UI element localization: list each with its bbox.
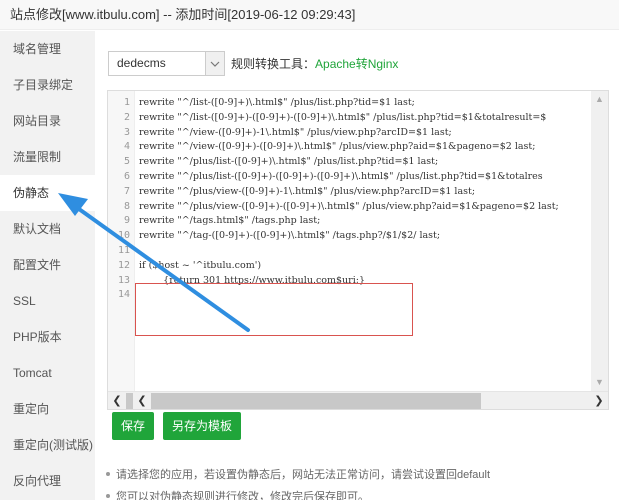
sidebar-item-reverse-proxy[interactable]: 反向代理 [0, 463, 95, 499]
tips-list: 请选择您的应用，若设置伪静态后，网站无法正常访问，请尝试设置回default 您… [106, 464, 490, 500]
code-line[interactable]: {return 301 https://www.itbulu.com$uri;} [139, 274, 589, 289]
line-number: 12 [117, 259, 130, 271]
window-title: 站点修改[www.itbulu.com] -- 添加时间[2019-06-12 … [0, 0, 619, 30]
tip-item: 请选择您的应用，若设置伪静态后，网站无法正常访问，请尝试设置回default [106, 464, 490, 486]
sidebar-item-ssl[interactable]: SSL [0, 283, 95, 319]
main-panel: dedecms 规则转换工具： Apache转Nginx 1 2 3 4 5 6 7 8 9 10… [95, 31, 619, 500]
code-line[interactable]: rewrite "^/plus/view-([0-9]+)-([0-9]+)\.… [139, 200, 589, 215]
sidebar-item-domain-management[interactable]: 域名管理 [0, 31, 95, 67]
sidebar-item-traffic-limit[interactable]: 流量限制 [0, 139, 95, 175]
sidebar-item-php-version[interactable]: PHP版本 [0, 319, 95, 355]
line-number: 13 [117, 274, 130, 286]
apache-to-nginx-link[interactable]: Apache转Nginx [315, 55, 398, 72]
line-number: 3 [123, 126, 130, 138]
sidebar-item-default-document[interactable]: 默认文档 [0, 211, 95, 247]
code-area[interactable]: rewrite "^/list-([0-9]+)\.html$" /plus/l… [139, 91, 589, 391]
action-buttons: 保存 另存为模板 [112, 412, 242, 440]
code-line[interactable] [139, 244, 589, 259]
save-as-template-button[interactable]: 另存为模板 [163, 412, 242, 440]
sidebar-item-rewrite[interactable]: 伪静态 [0, 175, 95, 211]
chevron-down-icon[interactable] [205, 52, 224, 75]
code-line[interactable]: rewrite "^/tags.html$" /tags.php last; [139, 214, 589, 229]
template-select-value: dedecms [117, 56, 166, 70]
line-number: 2 [123, 111, 130, 123]
toolbar: dedecms 规则转换工具： Apache转Nginx [108, 51, 398, 76]
horizontal-scrollbar[interactable]: ❮ ❮ ❯ [108, 391, 608, 409]
sidebar-item-config-file[interactable]: 配置文件 [0, 247, 95, 283]
vertical-scrollbar[interactable]: ▲ ▼ [591, 91, 608, 391]
template-select[interactable]: dedecms [108, 51, 225, 76]
code-line[interactable]: rewrite "^/view-([0-9]+)-1\.html$" /plus… [139, 126, 589, 141]
code-line[interactable]: rewrite "^/tag-([0-9]+)-([0-9]+)\.html$"… [139, 229, 589, 244]
code-line[interactable]: rewrite "^/list-([0-9]+)\.html$" /plus/l… [139, 96, 589, 111]
scroll-right-icon[interactable]: ❯ [592, 392, 606, 409]
scroll-down-icon[interactable]: ▼ [591, 374, 608, 391]
sidebar-item-tomcat[interactable]: Tomcat [0, 355, 95, 391]
converter-label: 规则转换工具： [231, 57, 316, 71]
scroll-up-icon[interactable]: ▲ [591, 91, 608, 108]
line-number: 11 [117, 244, 130, 256]
sidebar-item-redirect[interactable]: 重定向 [0, 391, 95, 427]
line-number: 14 [117, 289, 130, 301]
code-line[interactable]: rewrite "^/list-([0-9]+)-([0-9]+)-([0-9]… [139, 111, 589, 126]
line-number: 6 [123, 170, 130, 182]
line-number: 1 [123, 97, 130, 108]
line-number: 7 [123, 185, 130, 197]
horizontal-scroll-thumb[interactable] [151, 393, 481, 409]
gutter-scroll-thumb[interactable] [126, 393, 133, 409]
code-line[interactable]: rewrite "^/view-([0-9]+)-([0-9]+)\.html$… [139, 140, 589, 155]
sidebar-item-site-directory[interactable]: 网站目录 [0, 103, 95, 139]
code-line[interactable]: if ($host ~ '^itbulu.com') [139, 259, 589, 274]
line-number: 10 [117, 230, 130, 242]
line-number: 4 [123, 141, 130, 153]
line-number: 5 [123, 156, 130, 168]
sidebar-item-redirect-beta[interactable]: 重定向(测试版) [0, 427, 95, 463]
save-button[interactable]: 保存 [112, 412, 155, 440]
code-line[interactable] [139, 288, 589, 303]
sidebar-item-subdirectory-binding[interactable]: 子目录绑定 [0, 67, 95, 103]
tip-item: 您可以对伪静态规则进行修改，修改完后保存即可。 [106, 486, 490, 500]
line-number: 8 [123, 200, 130, 212]
rewrite-rules-editor[interactable]: 1 2 3 4 5 6 7 8 9 10 11 12 13 14 rewrite "^/list-([0-… [107, 90, 609, 410]
line-number-gutter: 1 2 3 4 5 6 7 8 9 10 11 12 13 14 [108, 91, 135, 391]
scroll-left-icon[interactable]: ❮ [135, 392, 149, 409]
line-number: 9 [123, 215, 130, 227]
sidebar: 域名管理 子目录绑定 网站目录 流量限制 伪静态 默认文档 配置文件 SSL P… [0, 31, 95, 500]
gutter-scroll-left-icon[interactable]: ❮ [110, 392, 124, 409]
bullet-icon [106, 494, 110, 499]
code-line[interactable]: rewrite "^/plus/view-([0-9]+)-1\.html$" … [139, 185, 589, 200]
bullet-icon [106, 472, 110, 477]
code-line[interactable]: rewrite "^/plus/list-([0-9]+)-([0-9]+)-(… [139, 170, 589, 185]
code-line[interactable]: rewrite "^/plus/list-([0-9]+)\.html$" /p… [139, 155, 589, 170]
